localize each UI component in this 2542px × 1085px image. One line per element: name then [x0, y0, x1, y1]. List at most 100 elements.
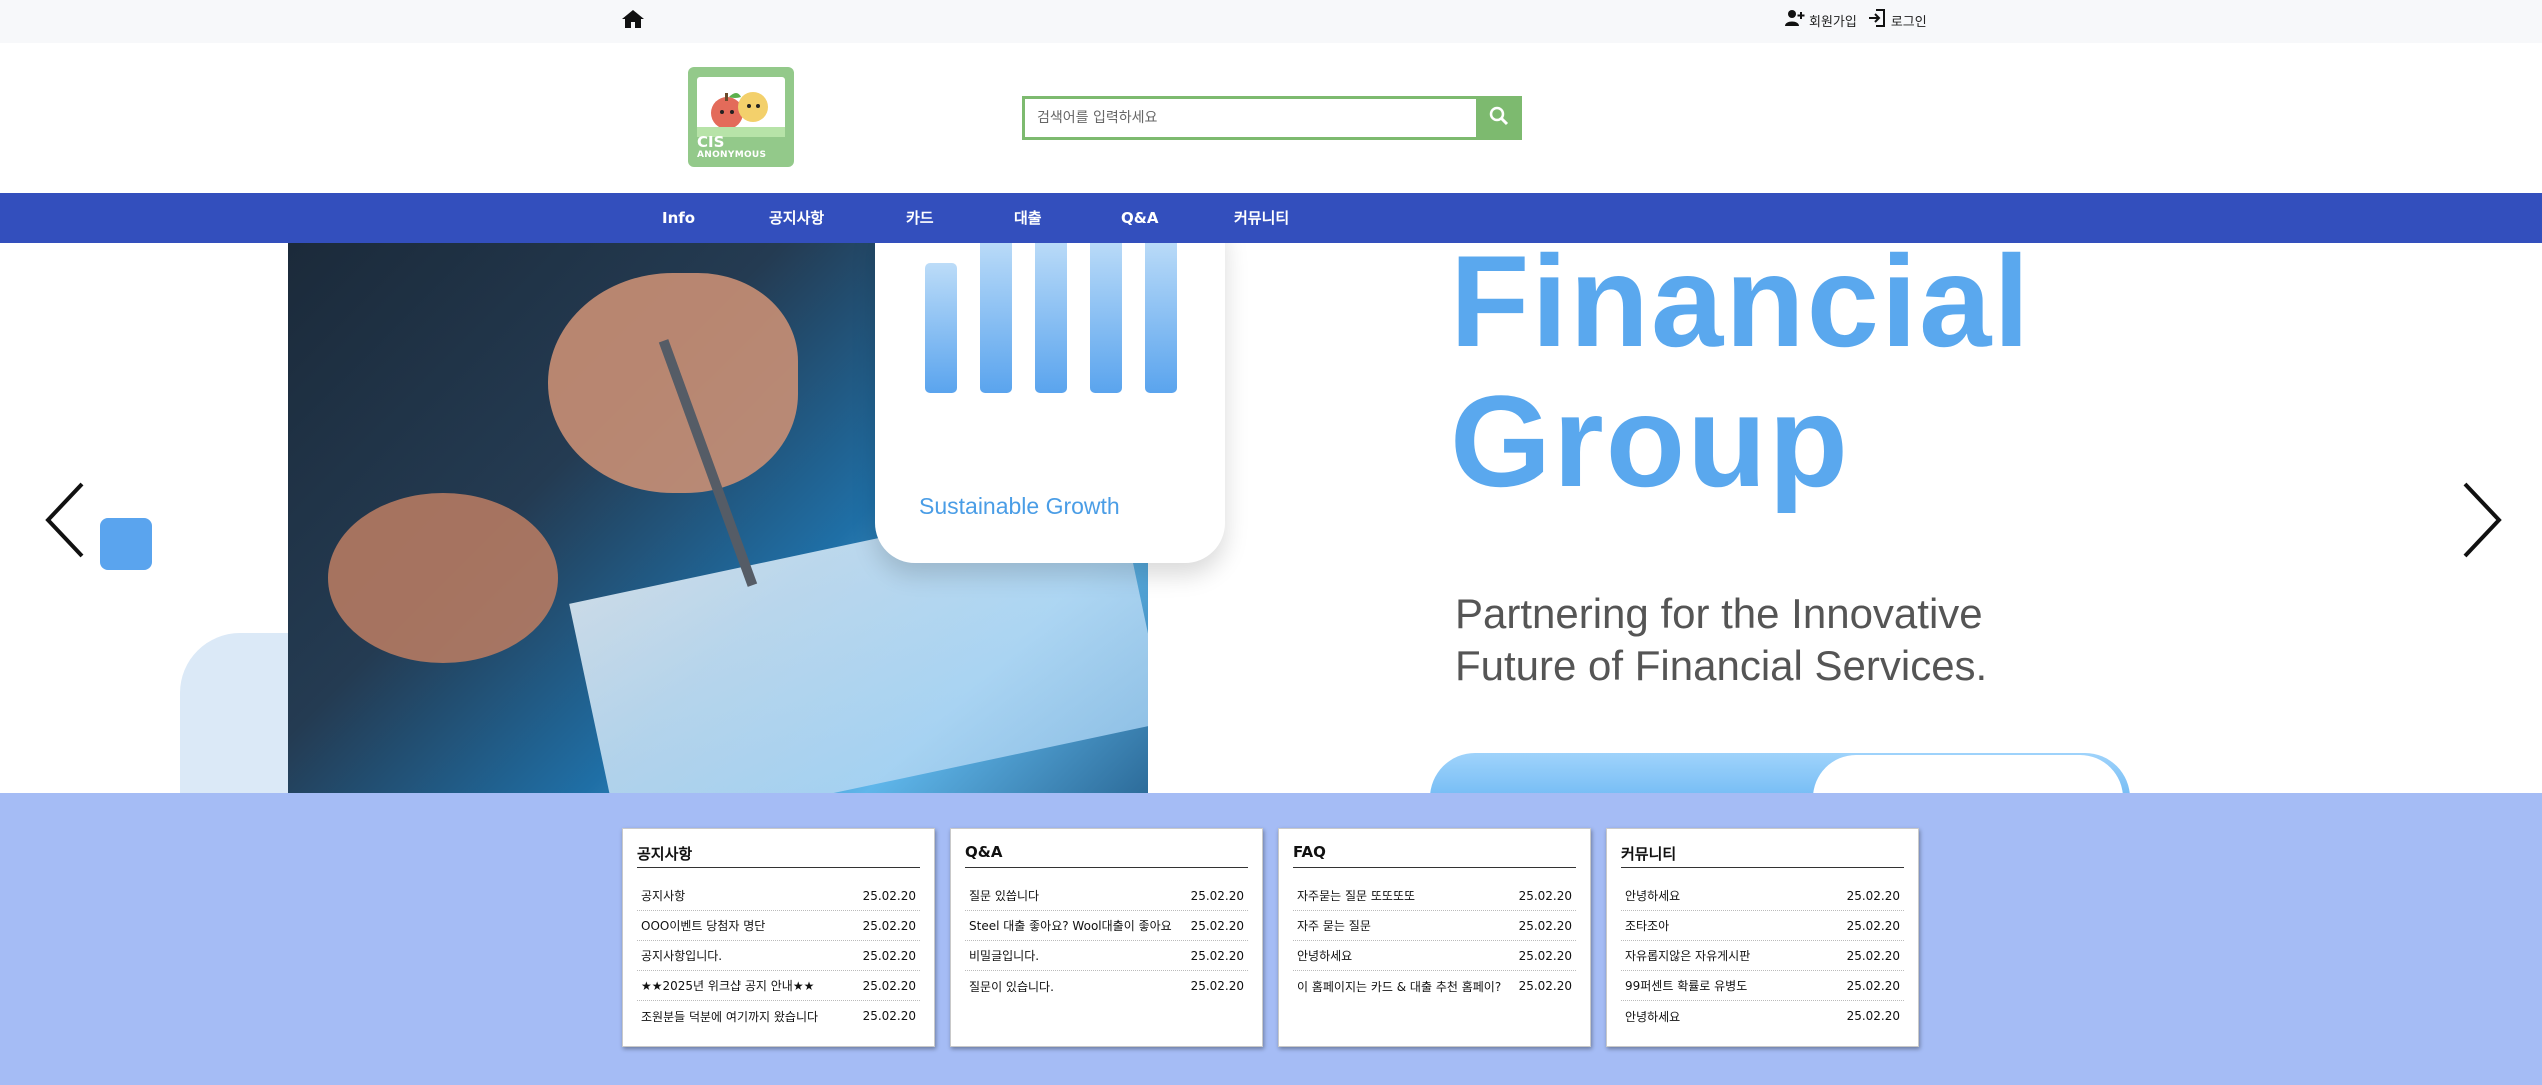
- hero-banner: Sustainable Growth Financial Group Partn…: [0, 243, 2542, 793]
- list-item[interactable]: 자유롭지않은 자유게시판 25.02.20: [1621, 941, 1904, 971]
- board-faq: FAQ 자주묻는 질문 또또또또 25.02.20 자주 묻는 질문 25.02.2…: [1278, 828, 1591, 1047]
- top-utility-bar: 회원가입 로그인: [0, 0, 2542, 43]
- post-title: Steel 대출 좋아요? Wool대출이 좋아요: [969, 919, 1172, 933]
- carousel-prev-button[interactable]: [42, 480, 92, 560]
- post-date: 25.02.20: [862, 948, 916, 963]
- logo-illustration: [697, 77, 785, 137]
- post-date: 25.02.20: [1518, 948, 1572, 963]
- list-item[interactable]: 이 홈페이지는 카드 & 대출 추천 홈페이? 25.02.20: [1293, 971, 1576, 1001]
- list-item[interactable]: OOO이벤트 당첨자 명단 25.02.20: [637, 911, 920, 941]
- home-icon[interactable]: [621, 8, 645, 30]
- board-title[interactable]: 커뮤니티: [1621, 843, 1676, 864]
- nav-item-card[interactable]: 카드: [906, 193, 934, 243]
- list-item[interactable]: 조원분들 덕분에 여기까지 왔습니다 25.02.20: [637, 1001, 920, 1031]
- list-item[interactable]: 안녕하세요 25.02.20: [1293, 941, 1576, 971]
- search-button[interactable]: [1476, 96, 1522, 140]
- nav-item-qna[interactable]: Q&A: [1121, 193, 1158, 243]
- post-title: 공지사항입니다.: [641, 949, 723, 963]
- board-title[interactable]: 공지사항: [637, 843, 692, 864]
- post-title: 조원분들 덕분에 여기까지 왔습니다: [641, 1009, 819, 1024]
- post-date: 25.02.20: [1190, 948, 1244, 963]
- list-item[interactable]: 비밀글입니다. 25.02.20: [965, 941, 1248, 971]
- post-title: 질문 있씁니다: [969, 889, 1040, 903]
- post-title: 안녕하세요: [1625, 1009, 1681, 1024]
- list-item[interactable]: 공지사항 25.02.20: [637, 881, 920, 911]
- login-label: 로그인: [1890, 14, 1927, 30]
- signup-link[interactable]: 회원가입: [1785, 8, 1857, 32]
- list-item[interactable]: ★★2025년 위크샵 공지 안내★★ 25.02.20: [637, 971, 920, 1001]
- post-date: 25.02.20: [1846, 918, 1900, 933]
- post-title: 안녕하세요: [1625, 889, 1681, 903]
- post-title: OOO이벤트 당첨자 명단: [641, 919, 766, 933]
- growth-label: Sustainable Growth: [919, 493, 1120, 519]
- post-title: 안녕하세요: [1297, 949, 1353, 963]
- list-item[interactable]: 조타조아 25.02.20: [1621, 911, 1904, 941]
- search-icon: [1489, 106, 1509, 130]
- board-title[interactable]: Q&A: [965, 843, 1002, 861]
- post-date: 25.02.20: [862, 1009, 916, 1023]
- post-title: 조타조아: [1625, 919, 1670, 933]
- post-title: 99퍼센트 확률로 유병도: [1625, 979, 1748, 993]
- logo-text-main: CIS: [697, 133, 725, 151]
- sign-in-icon: [1867, 8, 1887, 32]
- hero-title-line2: Group: [1450, 368, 1850, 514]
- site-logo[interactable]: CIS ANONYMOUS: [688, 67, 794, 167]
- board-notice: 공지사항 공지사항 25.02.20 OOO이벤트 당첨자 명단 25.02.20 …: [622, 828, 935, 1047]
- signup-label: 회원가입: [1809, 14, 1857, 30]
- carousel-indicator[interactable]: [100, 518, 152, 570]
- post-date: 25.02.20: [1846, 948, 1900, 963]
- post-date: 25.02.20: [1846, 1009, 1900, 1023]
- chevron-left-icon: [42, 482, 92, 564]
- carousel-next-button[interactable]: [2455, 480, 2505, 560]
- hero-subtitle: Partnering for the Innovative Future of …: [1455, 588, 1987, 692]
- post-date: 25.02.20: [862, 888, 916, 903]
- post-title: 자주묻는 질문 또또또또: [1297, 889, 1416, 903]
- post-title: 자유롭지않은 자유게시판: [1625, 949, 1751, 963]
- post-title: 자주 묻는 질문: [1297, 919, 1371, 933]
- hero-pill-highlight: [1813, 755, 2123, 793]
- list-item[interactable]: 안녕하세요 25.02.20: [1621, 1001, 1904, 1031]
- post-date: 25.02.20: [1846, 888, 1900, 903]
- boards-section: [0, 793, 2542, 1085]
- post-title: 질문이 있습니다.: [969, 979, 1054, 994]
- post-date: 25.02.20: [1190, 888, 1244, 903]
- list-item[interactable]: 자주 묻는 질문 25.02.20: [1293, 911, 1576, 941]
- board-title[interactable]: FAQ: [1293, 843, 1326, 861]
- list-item[interactable]: 공지사항입니다. 25.02.20: [637, 941, 920, 971]
- board-qna: Q&A 질문 있씁니다 25.02.20 Steel 대출 좋아요? Wool대출…: [950, 828, 1263, 1047]
- post-date: 25.02.20: [1518, 918, 1572, 933]
- post-date: 25.02.20: [862, 978, 916, 993]
- list-item[interactable]: 질문이 있습니다. 25.02.20: [965, 971, 1248, 1001]
- post-date: 25.02.20: [1846, 978, 1900, 993]
- nav-item-community[interactable]: 커뮤니티: [1234, 193, 1289, 243]
- search-input[interactable]: [1025, 99, 1476, 137]
- post-date: 25.02.20: [1190, 979, 1244, 993]
- post-title: 비밀글입니다.: [969, 949, 1040, 963]
- post-date: 25.02.20: [1518, 888, 1572, 903]
- list-item[interactable]: 안녕하세요 25.02.20: [1621, 881, 1904, 911]
- hero-subtitle-line2: Future of Financial Services.: [1455, 642, 1988, 689]
- hero-title: Financial Group: [1450, 243, 2031, 511]
- post-date: 25.02.20: [1190, 918, 1244, 933]
- post-title: ★★2025년 위크샵 공지 안내★★: [641, 979, 815, 993]
- post-title: 공지사항: [641, 889, 686, 903]
- nav-item-notice[interactable]: 공지사항: [769, 193, 824, 243]
- list-item[interactable]: 질문 있씁니다 25.02.20: [965, 881, 1248, 911]
- main-nav: Info 공지사항 카드 대출 Q&A 커뮤니티: [0, 193, 2542, 243]
- auth-links: 회원가입 로그인: [1785, 8, 1927, 32]
- chevron-right-icon: [2455, 482, 2505, 564]
- growth-card-graphic: Sustainable Growth: [875, 243, 1225, 563]
- board-community: 커뮤니티 안녕하세요 25.02.20 조타조아 25.02.20 자유롭지않은 자…: [1606, 828, 1919, 1047]
- list-item[interactable]: 99퍼센트 확률로 유병도 25.02.20: [1621, 971, 1904, 1001]
- post-date: 25.02.20: [862, 918, 916, 933]
- user-plus-icon: [1785, 8, 1805, 32]
- hero-subtitle-line1: Partnering for the Innovative: [1455, 590, 1983, 637]
- logo-text-sub: ANONYMOUS: [697, 150, 767, 160]
- list-item[interactable]: 자주묻는 질문 또또또또 25.02.20: [1293, 881, 1576, 911]
- login-link[interactable]: 로그인: [1867, 8, 1927, 32]
- search-box: [1022, 96, 1522, 140]
- nav-item-loan[interactable]: 대출: [1014, 193, 1042, 243]
- nav-item-info[interactable]: Info: [662, 193, 695, 243]
- list-item[interactable]: Steel 대출 좋아요? Wool대출이 좋아요 25.02.20: [965, 911, 1248, 941]
- post-date: 25.02.20: [1518, 979, 1572, 993]
